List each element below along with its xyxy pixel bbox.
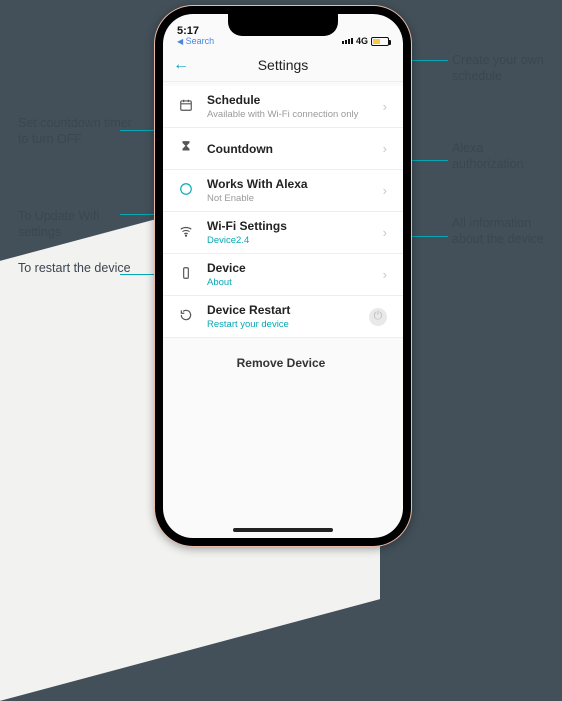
row-restart-label: Device Restart	[207, 303, 369, 317]
row-device-sub: About	[207, 277, 383, 288]
anno-wifi: To Update Wifi settings	[18, 208, 138, 241]
network-label: 4G	[356, 36, 368, 46]
wifi-icon	[175, 224, 197, 241]
row-wifi[interactable]: Wi-Fi Settings Device2.4 ›	[163, 212, 403, 254]
hourglass-icon	[175, 140, 197, 157]
signal-icon	[342, 38, 353, 44]
app-header: ← Settings	[163, 48, 403, 82]
anno-device: All information about the device	[452, 215, 552, 248]
restart-icon	[175, 308, 197, 325]
row-device-label: Device	[207, 261, 383, 275]
power-icon[interactable]: ⏻	[369, 308, 387, 326]
page-title: Settings	[258, 57, 309, 73]
row-schedule-sub: Available with Wi-Fi connection only	[207, 109, 383, 120]
alexa-icon	[175, 182, 197, 199]
calendar-icon	[175, 98, 197, 115]
row-restart[interactable]: Device Restart Restart your device ⏻	[163, 296, 403, 338]
device-icon	[175, 266, 197, 283]
screen: 5:17 ◀ Search 4G ← Settings S	[163, 14, 403, 538]
back-button[interactable]: ←	[173, 56, 189, 74]
chevron-right-icon: ›	[383, 183, 387, 198]
row-alexa-label: Works With Alexa	[207, 177, 383, 191]
row-device[interactable]: Device About ›	[163, 254, 403, 296]
row-countdown[interactable]: Countdown ›	[163, 128, 403, 170]
chevron-right-icon: ›	[383, 225, 387, 240]
home-indicator[interactable]	[233, 528, 333, 532]
row-countdown-label: Countdown	[207, 142, 383, 156]
chevron-right-icon: ›	[383, 267, 387, 282]
anno-alexa: Alexa authorization	[452, 140, 552, 173]
anno-restart: To restart the device	[18, 260, 131, 276]
status-back-search[interactable]: ◀ Search	[177, 37, 214, 46]
chevron-right-icon: ›	[383, 141, 387, 156]
row-schedule[interactable]: Schedule Available with Wi-Fi connection…	[163, 86, 403, 128]
row-alexa[interactable]: Works With Alexa Not Enable ›	[163, 170, 403, 212]
anno-schedule: Create your own schedule	[452, 52, 552, 85]
phone-frame: 5:17 ◀ Search 4G ← Settings S	[155, 6, 411, 546]
notch	[228, 14, 338, 36]
row-schedule-label: Schedule	[207, 93, 383, 107]
row-wifi-sub: Device2.4	[207, 235, 383, 246]
row-wifi-label: Wi-Fi Settings	[207, 219, 383, 233]
row-remove-label: Remove Device	[237, 356, 326, 370]
battery-icon	[371, 37, 389, 46]
row-remove[interactable]: Remove Device	[163, 338, 403, 380]
row-alexa-sub: Not Enable	[207, 193, 383, 204]
row-restart-sub: Restart your device	[207, 319, 369, 330]
chevron-right-icon: ›	[383, 99, 387, 114]
